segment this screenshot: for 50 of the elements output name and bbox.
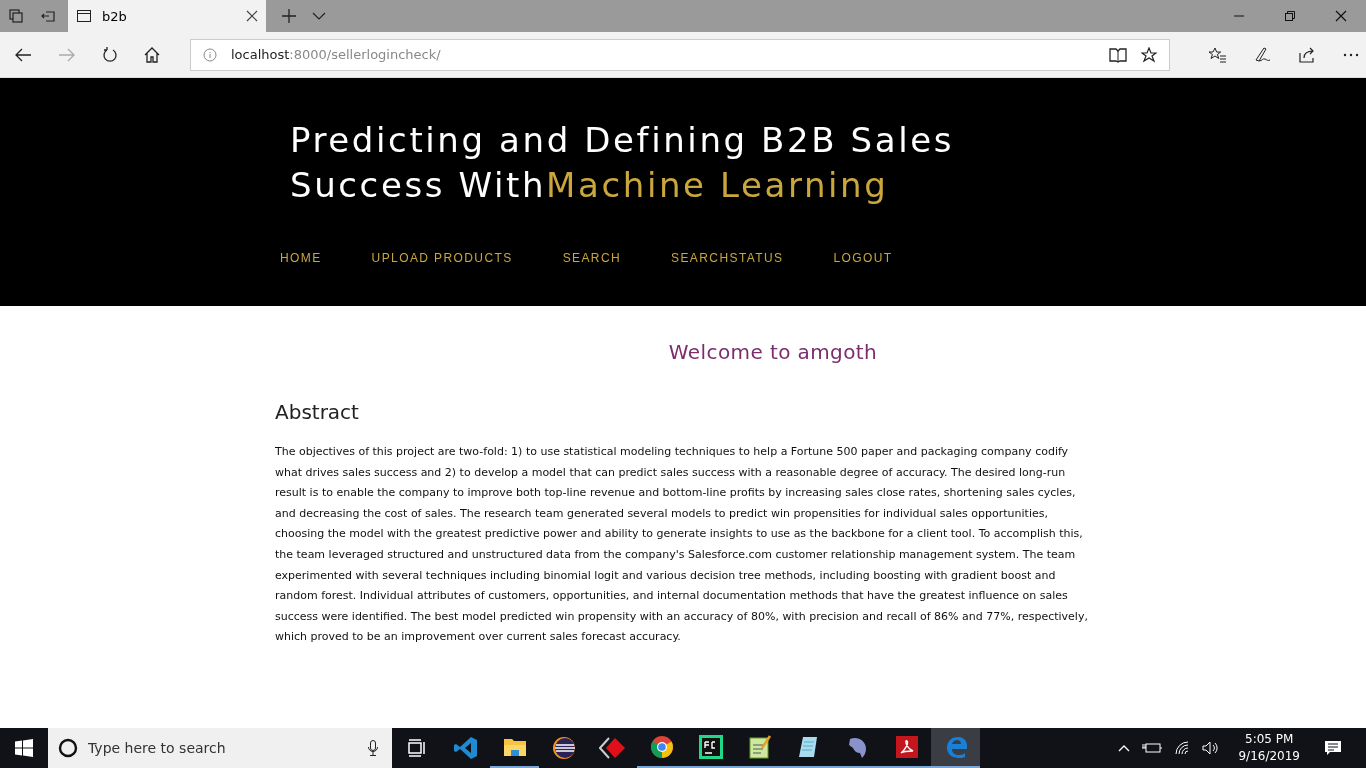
microphone-icon[interactable] [368,740,378,756]
star-icon[interactable] [1141,46,1157,63]
address-bar[interactable]: localhost:8000/sellerlogincheck/ [190,38,1170,71]
share-icon[interactable] [1298,46,1316,63]
chevron-up-icon[interactable] [1118,744,1131,752]
more-icon[interactable] [1343,52,1359,57]
diamond-icon [598,736,627,760]
eclipse-icon [551,736,576,760]
nav-link[interactable]: HOME [280,251,322,265]
close-icon[interactable] [1335,10,1347,22]
restore-icon[interactable] [1284,10,1296,22]
browser-tab[interactable]: b2b [68,0,266,32]
back-icon[interactable] [14,46,32,63]
page-icon [76,8,92,24]
pdf-icon [894,735,919,759]
taskbar-clock[interactable]: 5:05 PM 9/16/2019 [1238,731,1300,765]
notifications-icon[interactable] [1324,740,1342,756]
abstract-paragraph: The objectives of this project are two-fold: 1) to use statistical modeling techniques to help a Fortune 500 paper and packaging company codify what drives sales success and 2) to develop a model that can predict sales success with a reasonable degree of accuracy. The desired long-run result is to enable the company to improve both top-line revenue and bottom-line profits by increasing sales close rates, shortening sales cycles, and decreasing the cost of sales. The research team generated several models to predict win propensities for individual sales opportunities, choosing the model with the greatest predictive power and ability to generate insights to use as the backbone for a client tool. To accomplish this, the team leveraged structured and unstructured data from the company's Salesforce.com customer relationship management system. The team experimented with several techniques including binomial logit and various decision tree methods, including boosting with gradient boost and random forest. Individual attributes of customers, opportunities, and internal documentation methods that have the greatest influence on sales success were identified. The best model predicted win propensity with an accuracy of 80%, with precision and recall of 86% and 77%, respectively, which proved to be an improvement over current sales forecast accuracy. [275,444,1089,646]
notepad-icon [747,735,772,759]
site-title: Predicting and Defining B2B Sales [290,119,956,162]
taskbar-search-field[interactable]: Type here to search [48,728,392,768]
new-tab-icon[interactable] [282,9,296,23]
welcome-message: Welcome to amgoth [667,340,879,364]
cortana-icon [58,738,78,758]
chevron-down-icon[interactable] [312,12,326,20]
wifi-icon[interactable] [1174,741,1191,755]
nav-link[interactable]: UPLOAD PRODUCTS [371,251,513,265]
folder-icon [502,736,527,758]
task-view-icon [406,739,427,757]
site-title-highlight: Machine Learning [546,165,889,205]
section-heading: Abstract [275,400,360,424]
home-icon[interactable] [144,46,160,63]
set-aside-tabs-icon[interactable] [40,8,56,24]
info-icon [203,47,217,62]
nav-link[interactable]: LOGOUT [833,251,893,265]
battery-icon[interactable] [1142,742,1163,754]
windows-start-icon[interactable] [15,739,33,757]
ide-icon [698,735,723,759]
refresh-icon[interactable] [102,46,118,63]
tabs-icon[interactable] [8,8,24,24]
nav-link[interactable]: SEARCH [562,251,622,265]
chrome-icon [649,735,674,759]
nav-link[interactable]: SEARCHSTATUS [671,251,784,265]
reading-view-icon[interactable] [1109,46,1127,63]
speaker-icon[interactable] [1202,741,1221,755]
pen-icon[interactable] [1253,46,1271,63]
site-title: Success With [290,165,547,205]
close-icon[interactable] [246,10,258,22]
favorites-icon[interactable] [1208,46,1226,63]
code-editor-icon [453,736,478,760]
